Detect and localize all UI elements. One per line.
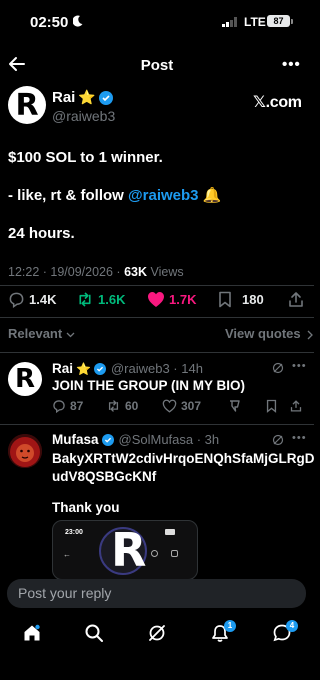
- reply-icon: [52, 399, 66, 413]
- divider: [0, 285, 314, 286]
- reply-repost-button[interactable]: 60: [106, 399, 138, 413]
- sort-label: Relevant: [8, 326, 63, 341]
- signal-icon: [222, 17, 240, 27]
- reply-reply-button[interactable]: 87: [52, 399, 83, 413]
- heart-outline-icon: [162, 399, 177, 413]
- view-quotes-link[interactable]: View quotes: [225, 326, 314, 341]
- reply-more-button[interactable]: •••: [292, 432, 307, 444]
- embed-battery-icon: [165, 529, 175, 535]
- more-options-button[interactable]: •••: [282, 56, 301, 73]
- downvote-icon[interactable]: [228, 399, 241, 413]
- star-emoji: ⭐: [76, 361, 91, 376]
- notifications-badge: 1: [224, 620, 236, 632]
- star-emoji: ⭐: [78, 89, 96, 105]
- reply-button[interactable]: 1.4K: [8, 291, 56, 308]
- embed-search-icon: [171, 550, 178, 557]
- messages-badge: 4: [286, 620, 298, 632]
- source-label: 𝕏.com: [253, 94, 302, 111]
- lion-avatar-image: [8, 434, 42, 468]
- verified-badge-icon: [93, 362, 106, 375]
- author-name: Rai: [52, 89, 76, 106]
- post-line-1: $100 SOL to 1 winner.: [8, 149, 163, 166]
- reply-count: 1.4K: [29, 292, 57, 307]
- repost-count: 60: [125, 399, 139, 413]
- divider: [0, 352, 314, 353]
- status-time: 02:50: [30, 14, 69, 31]
- view-quotes-label: View quotes: [225, 326, 301, 341]
- embed-avatar-letter: R: [111, 523, 147, 577]
- reply-input-placeholder[interactable]: Post your reply: [18, 585, 111, 601]
- avatar-letter: R: [15, 87, 39, 123]
- post-line-3: 24 hours.: [8, 225, 75, 242]
- reply-count: 87: [70, 399, 84, 413]
- battery-icon: 87: [267, 15, 290, 27]
- like-count: 307: [181, 399, 202, 413]
- divider: [0, 317, 314, 318]
- embed-back-icon: ←: [63, 550, 71, 559]
- share-icon[interactable]: [288, 291, 304, 308]
- grok-nav-icon[interactable]: [148, 624, 166, 642]
- like-button[interactable]: 1.7K: [147, 291, 196, 308]
- post-line-2: - like, rt & follow @raiweb3 🔔: [8, 186, 221, 204]
- chevron-down-icon: [66, 332, 75, 338]
- sort-dropdown[interactable]: Relevant: [8, 326, 75, 341]
- repost-count: 1.6K: [98, 292, 126, 307]
- post-mention-link[interactable]: @raiweb3: [128, 187, 199, 204]
- page-title: Post: [140, 57, 174, 74]
- heart-icon: [147, 291, 165, 308]
- reply-meta: @SolMufasa · 3h: [118, 432, 220, 447]
- author-avatar[interactable]: R: [8, 86, 46, 124]
- author-handle[interactable]: @raiweb3: [52, 108, 115, 124]
- reply-text-line-1: BakyXRTtW2cdivHrqoENQhSfaMjGLRgD: [52, 451, 315, 466]
- reply-avatar[interactable]: R: [8, 362, 42, 396]
- grok-icon[interactable]: [272, 362, 284, 374]
- grok-icon[interactable]: [272, 434, 284, 446]
- embedded-screenshot[interactable]: 23:00 ← R: [52, 520, 198, 580]
- bookmark-button[interactable]: 180: [218, 291, 264, 308]
- reply-author-name: Rai: [52, 361, 74, 376]
- reply-header[interactable]: Rai ⭐ @raiweb3 · 14h: [52, 361, 203, 376]
- battery-nub: [291, 19, 293, 24]
- share-icon[interactable]: [290, 399, 302, 413]
- network-type: LTE: [244, 15, 266, 29]
- post-line-2-text: - like, rt & follow: [8, 187, 129, 204]
- reply-author-name: Mufasa: [52, 432, 99, 447]
- reply-more-button[interactable]: •••: [292, 360, 307, 372]
- verified-badge-icon: [101, 433, 114, 446]
- home-icon[interactable]: [23, 624, 41, 642]
- moon-icon: [73, 15, 83, 27]
- bell-emoji: 🔔: [202, 187, 222, 204]
- verified-badge-icon: [98, 90, 113, 105]
- reply-text: JOIN THE GROUP (IN MY BIO): [52, 378, 246, 393]
- post-meta: 12:22 · 19/09/2026 · 63K Views: [8, 265, 184, 279]
- repost-icon: [76, 291, 94, 308]
- mufasa-avatar[interactable]: [8, 434, 42, 468]
- chevron-right-icon: [307, 330, 314, 340]
- repost-button[interactable]: 1.6K: [76, 291, 125, 308]
- reply-header[interactable]: Mufasa @SolMufasa · 3h: [52, 432, 219, 447]
- like-count: 1.7K: [169, 292, 197, 307]
- views-label: Views: [147, 265, 184, 279]
- divider: [0, 424, 314, 425]
- avatar-letter: R: [14, 364, 36, 394]
- repost-icon: [106, 399, 121, 413]
- reply-text-line-2: udV8QSBGcKNf: [52, 469, 157, 484]
- reply-icon: [8, 291, 25, 308]
- search-icon[interactable]: [85, 624, 103, 642]
- embed-time: 23:00: [65, 529, 83, 536]
- bookmark-icon: [218, 291, 232, 308]
- bookmark-count: 180: [242, 292, 264, 307]
- reply-like-button[interactable]: 307: [162, 399, 201, 413]
- author-name-row[interactable]: Rai ⭐: [52, 89, 113, 106]
- embed-grok-icon: [151, 550, 158, 557]
- bookmark-icon[interactable]: [266, 399, 277, 413]
- post-timestamp: 12:22 · 19/09/2026 ·: [8, 265, 125, 279]
- views-count[interactable]: 63K: [124, 265, 147, 279]
- reply-text-line-3: Thank you: [52, 500, 120, 515]
- reply-meta: @raiweb3 · 14h: [110, 361, 203, 376]
